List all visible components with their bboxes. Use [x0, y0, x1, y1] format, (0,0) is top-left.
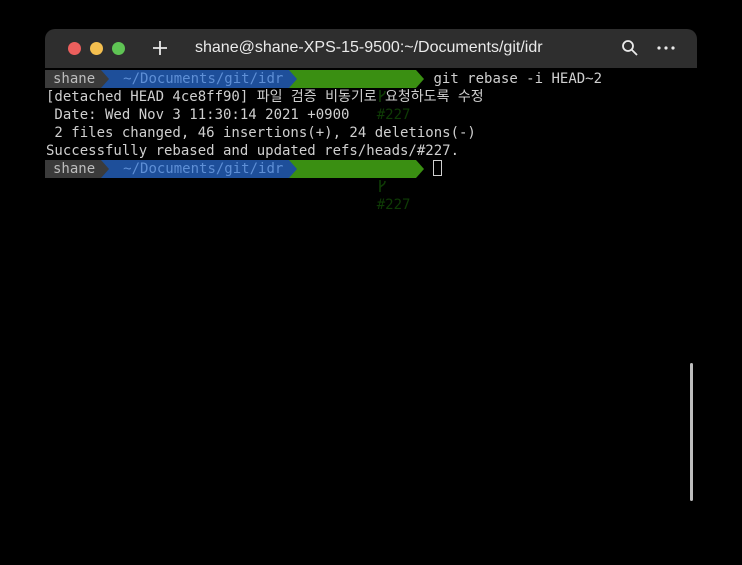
- scrollbar[interactable]: [690, 363, 693, 501]
- terminal-output[interactable]: shane ~/Documents/git/idr #227 git rebas…: [45, 70, 697, 213]
- output-line: [detached HEAD 4ce8ff90] 파일 검증 비동기로 요청하도…: [46, 89, 484, 105]
- git-branch-icon: [378, 180, 386, 192]
- prompt-separator: [416, 160, 425, 178]
- prompt-path: ~/Documents/git/idr: [109, 160, 290, 178]
- prompt-separator: [416, 70, 425, 88]
- output-line: Date: Wed Nov 3 11:30:14 2021 +0900: [46, 107, 350, 123]
- text-cursor: [433, 160, 443, 176]
- prompt-line: shane ~/Documents/git/idr #227 git rebas…: [45, 70, 697, 123]
- prompt-line: shane ~/Documents/git/idr #227: [45, 160, 697, 213]
- prompt-git: #227: [297, 70, 417, 123]
- prompt-user: shane: [45, 160, 102, 178]
- window-title: shane@shane-XPS-15-9500:~/Documents/git/…: [195, 39, 543, 56]
- prompt-path: ~/Documents/git/idr: [109, 70, 290, 88]
- minimize-button[interactable]: [90, 42, 103, 55]
- prompt-user: shane: [45, 70, 102, 88]
- prompt-separator: [289, 160, 298, 178]
- maximize-button[interactable]: [112, 42, 125, 55]
- close-button[interactable]: [68, 42, 81, 55]
- output-line: Successfully rebased and updated refs/he…: [46, 143, 460, 159]
- new-tab-icon[interactable]: [149, 37, 171, 59]
- title-bar: shane@shane-XPS-15-9500:~/Documents/git/…: [45, 29, 697, 68]
- prompt-separator: [101, 70, 110, 88]
- prompt-git: #227: [297, 160, 417, 213]
- output-line: 2 files changed, 46 insertions(+), 24 de…: [46, 125, 476, 141]
- prompt-branch: #227: [376, 197, 411, 213]
- prompt-separator: [289, 70, 298, 88]
- terminal-window: shane@shane-XPS-15-9500:~/Documents/git/…: [45, 29, 697, 565]
- prompt-separator: [101, 160, 110, 178]
- more-options-icon[interactable]: [655, 40, 677, 56]
- search-icon[interactable]: [621, 39, 639, 57]
- command-text: git rebase -i HEAD~2: [433, 71, 603, 87]
